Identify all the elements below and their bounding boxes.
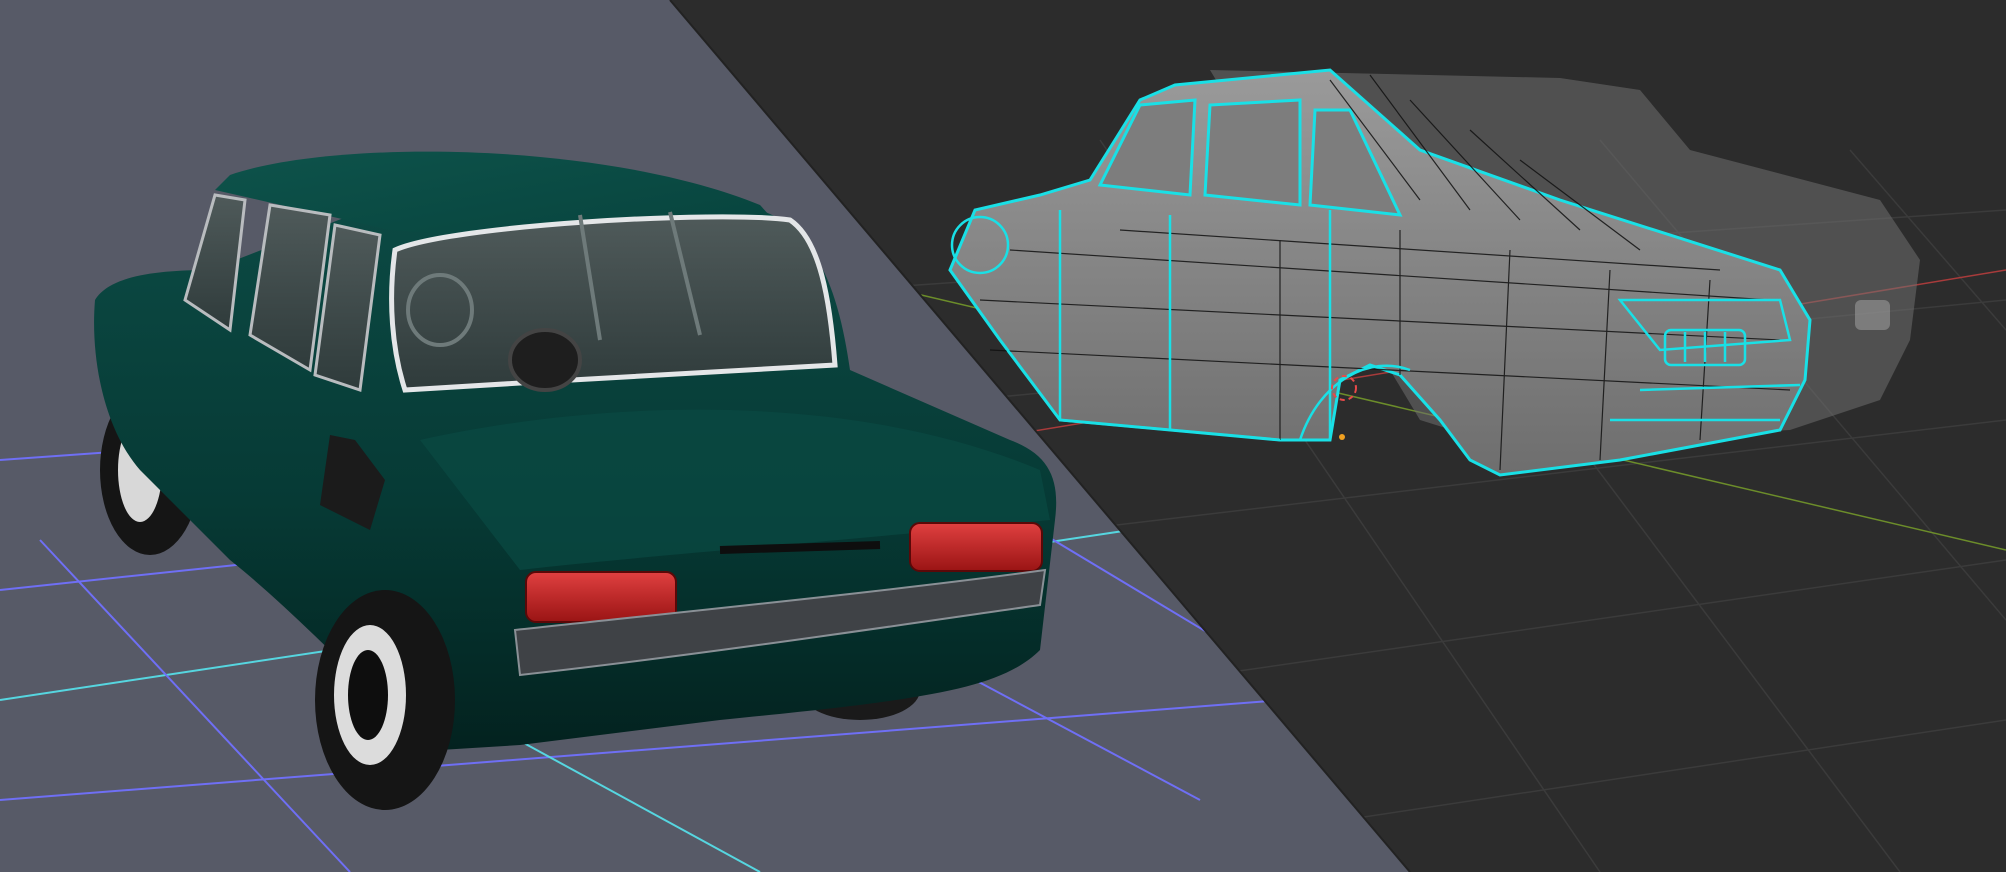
ghost-license-lamp (1855, 300, 1890, 330)
trunk-handle (719, 541, 881, 554)
origin-dot-icon (1339, 434, 1345, 440)
blender-comparison-view (0, 0, 2006, 872)
taillight-right (909, 522, 1043, 572)
rear-window (389, 214, 838, 393)
rear-left-hub (348, 650, 388, 740)
split-viewport (0, 0, 2006, 872)
